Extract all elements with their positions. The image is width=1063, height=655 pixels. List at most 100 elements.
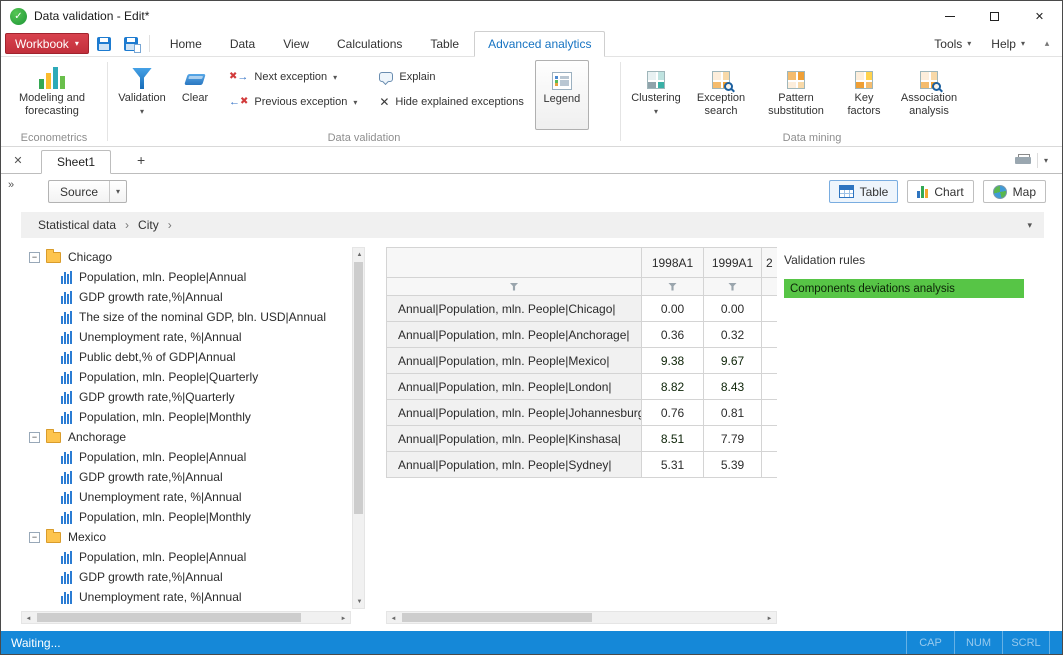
tree-item-row[interactable]: Population, mln. People|Annual bbox=[21, 547, 351, 567]
validation-button[interactable]: Validation ▾ bbox=[112, 60, 172, 130]
tree-item-row[interactable]: GDP growth rate,%|Annual bbox=[21, 287, 351, 307]
scroll-right-button[interactable]: ► bbox=[337, 612, 350, 625]
value-cell[interactable]: 0.81 bbox=[704, 400, 762, 426]
row-label[interactable]: Annual|Population, mln. People|Johannesb… bbox=[387, 400, 642, 426]
key-factors-button[interactable]: Key factors bbox=[837, 60, 891, 130]
value-cell[interactable]: 0.76 bbox=[642, 400, 704, 426]
value-cell-clipped[interactable] bbox=[762, 374, 777, 400]
column-header-1998a1[interactable]: 1998A1 bbox=[642, 248, 704, 278]
map-view-button[interactable]: Map bbox=[983, 180, 1046, 203]
tree-item-row[interactable]: Population, mln. People|Annual bbox=[21, 267, 351, 287]
ribbon-tab-home[interactable]: Home bbox=[157, 32, 215, 56]
breadcrumb-dropdown[interactable]: ▾ bbox=[1027, 220, 1032, 231]
ribbon-tab-calculations[interactable]: Calculations bbox=[324, 32, 415, 56]
table-horizontal-scrollbar[interactable]: ◄ ► bbox=[386, 611, 777, 624]
column-filter-cell[interactable] bbox=[704, 278, 762, 296]
value-cell[interactable]: 9.67 bbox=[704, 348, 762, 374]
tree-item-row[interactable]: GDP growth rate,%|Annual bbox=[21, 567, 351, 587]
tree-item-row[interactable]: GDP growth rate,%|Annual bbox=[21, 467, 351, 487]
scroll-left-button[interactable]: ◄ bbox=[22, 612, 35, 625]
previous-exception-button[interactable]: ←✖ Previous exception ▾ bbox=[225, 92, 361, 112]
collapse-icon[interactable]: − bbox=[29, 532, 40, 543]
modeling-forecasting-button[interactable]: Modeling and forecasting bbox=[5, 60, 99, 130]
print-dropdown-button[interactable]: ▾ bbox=[1037, 153, 1054, 168]
next-exception-button[interactable]: ✖→ Next exception ▾ bbox=[225, 67, 361, 87]
ribbon-tab-advanced-analytics[interactable]: Advanced analytics bbox=[474, 31, 605, 57]
chevron-down-icon[interactable]: ▾ bbox=[333, 73, 337, 82]
validation-rule[interactable]: Components deviations analysis bbox=[784, 279, 1024, 298]
value-cell-clipped[interactable] bbox=[762, 296, 777, 322]
value-cell[interactable]: 0.36 bbox=[642, 322, 704, 348]
row-label[interactable]: Annual|Population, mln. People|Chicago| bbox=[387, 296, 642, 322]
value-cell[interactable]: 8.43 bbox=[704, 374, 762, 400]
row-label[interactable]: Annual|Population, mln. People|Anchorage… bbox=[387, 322, 642, 348]
save-button[interactable] bbox=[92, 33, 116, 54]
breadcrumb-item-city[interactable]: City bbox=[133, 218, 164, 232]
value-cell-clipped[interactable] bbox=[762, 426, 777, 452]
column-filter-cell[interactable] bbox=[642, 278, 704, 296]
row-label[interactable]: Annual|Population, mln. People|London| bbox=[387, 374, 642, 400]
collapse-icon[interactable]: − bbox=[29, 432, 40, 443]
close-button[interactable]: ✕ bbox=[1017, 1, 1062, 31]
source-split-button[interactable]: Source ▾ bbox=[48, 180, 127, 203]
scroll-right-button[interactable]: ► bbox=[763, 612, 776, 625]
save-as-button[interactable] bbox=[119, 33, 143, 54]
association-analysis-button[interactable]: Association analysis bbox=[891, 60, 967, 130]
printer-icon[interactable] bbox=[1015, 154, 1031, 167]
tree-folder-row-anchorage[interactable]: −Anchorage bbox=[21, 427, 351, 447]
tree-item-row[interactable]: Population, mln. People|Monthly bbox=[21, 507, 351, 527]
sheet-tab-sheet1[interactable]: Sheet1 bbox=[41, 150, 111, 174]
clear-button[interactable]: Clear bbox=[172, 60, 218, 130]
column-filter-cell[interactable] bbox=[762, 278, 777, 296]
scroll-left-button[interactable]: ◄ bbox=[387, 612, 400, 625]
value-cell[interactable]: 9.38 bbox=[642, 348, 704, 374]
tree-item-row[interactable]: Population, mln. People|Monthly bbox=[21, 407, 351, 427]
legend-toggle-button[interactable]: Legend bbox=[535, 60, 589, 130]
tree-item-row[interactable]: Unemployment rate, %|Annual bbox=[21, 327, 351, 347]
pattern-substitution-button[interactable]: Pattern substitution bbox=[755, 60, 837, 130]
value-cell[interactable]: 0.32 bbox=[704, 322, 762, 348]
collapse-ribbon-button[interactable]: ▴ bbox=[1036, 34, 1058, 53]
tree-horizontal-scrollbar[interactable]: ◄ ► bbox=[21, 611, 351, 624]
row-label[interactable]: Annual|Population, mln. People|Sydney| bbox=[387, 452, 642, 478]
minimize-button[interactable] bbox=[927, 1, 972, 31]
add-sheet-button[interactable]: + bbox=[131, 152, 151, 168]
tree-item-row[interactable]: Unemployment rate, %|Annual bbox=[21, 587, 351, 607]
scroll-down-button[interactable]: ▼ bbox=[353, 595, 366, 608]
value-cell[interactable]: 0.00 bbox=[704, 296, 762, 322]
tree-item-row[interactable]: Population, mln. People|Quarterly bbox=[21, 367, 351, 387]
tree-folder-row-chicago[interactable]: −Chicago bbox=[21, 247, 351, 267]
column-header-1999a1[interactable]: 1999A1 bbox=[704, 248, 762, 278]
value-cell-clipped[interactable] bbox=[762, 322, 777, 348]
label-filter-cell[interactable] bbox=[387, 278, 642, 296]
chart-view-button[interactable]: Chart bbox=[907, 180, 973, 203]
value-cell-clipped[interactable] bbox=[762, 452, 777, 478]
source-dropdown[interactable]: ▾ bbox=[109, 181, 126, 202]
explain-button[interactable]: Explain bbox=[375, 67, 527, 87]
workbook-menu-button[interactable]: Workbook ▾ bbox=[5, 33, 89, 54]
value-cell-clipped[interactable] bbox=[762, 400, 777, 426]
table-view-button[interactable]: Table bbox=[829, 180, 899, 203]
tree-item-row[interactable]: The size of the nominal GDP, bln. USD|An… bbox=[21, 307, 351, 327]
value-cell[interactable]: 5.31 bbox=[642, 452, 704, 478]
ribbon-tab-view[interactable]: View bbox=[270, 32, 322, 56]
tree-folder-row-mexico[interactable]: −Mexico bbox=[21, 527, 351, 547]
hide-explained-exceptions-button[interactable]: ✕ Hide explained exceptions bbox=[375, 92, 527, 112]
tree-vertical-scrollbar[interactable]: ▲ ▼ bbox=[352, 247, 365, 609]
value-cell[interactable]: 8.51 bbox=[642, 426, 704, 452]
scrollbar-thumb[interactable] bbox=[354, 262, 363, 514]
clustering-button[interactable]: Clustering ▾ bbox=[625, 60, 687, 130]
row-label[interactable]: Annual|Population, mln. People|Kinshasa| bbox=[387, 426, 642, 452]
column-header-2[interactable]: 2 bbox=[762, 248, 777, 278]
value-cell[interactable]: 8.82 bbox=[642, 374, 704, 400]
scrollbar-thumb[interactable] bbox=[402, 613, 592, 622]
value-cell-clipped[interactable] bbox=[762, 348, 777, 374]
help-menu[interactable]: Help ▾ bbox=[982, 34, 1034, 54]
collapse-icon[interactable]: − bbox=[29, 252, 40, 263]
value-cell[interactable]: 7.79 bbox=[704, 426, 762, 452]
value-cell[interactable]: 5.39 bbox=[704, 452, 762, 478]
scrollbar-thumb[interactable] bbox=[37, 613, 301, 622]
tree-item-row[interactable]: Population, mln. People|Annual bbox=[21, 447, 351, 467]
tree-item-row[interactable]: GDP growth rate,%|Quarterly bbox=[21, 387, 351, 407]
breadcrumb-item-statistical-data[interactable]: Statistical data bbox=[33, 218, 121, 232]
